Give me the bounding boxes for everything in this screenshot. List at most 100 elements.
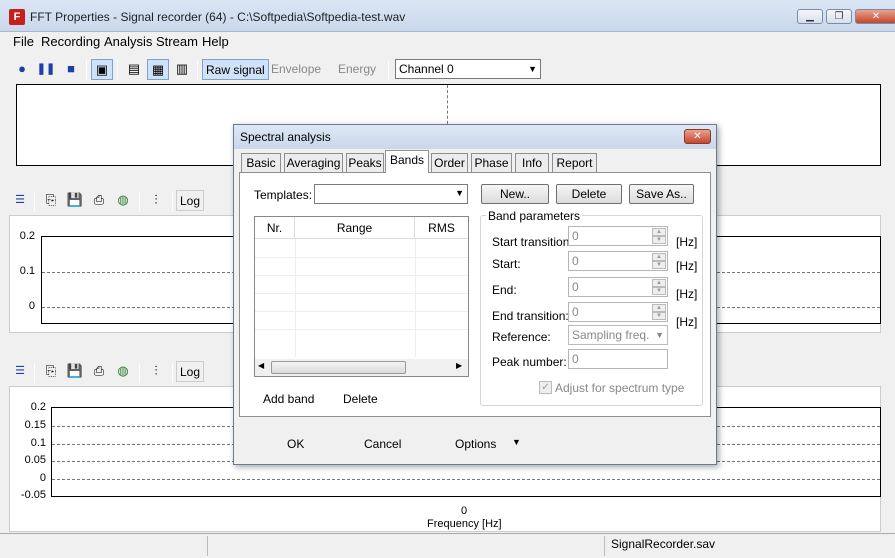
column-header-rms[interactable]: RMS bbox=[415, 217, 468, 239]
spin-down-icon[interactable]: ▼ bbox=[652, 261, 666, 269]
templates-select[interactable]: ▼ bbox=[314, 184, 468, 204]
start-value: 0 bbox=[572, 254, 579, 268]
scroll-right-icon[interactable]: ▶ bbox=[456, 361, 462, 370]
copy-icon[interactable]: ⎘ bbox=[40, 190, 62, 211]
tab-phase[interactable]: Phase bbox=[471, 153, 512, 172]
horizontal-scrollbar[interactable]: ◀ ▶ bbox=[255, 359, 468, 376]
toolbar: ● ❚❚ ■ ▣ ▤ ▦ ▥ Raw signal Envelope Energ… bbox=[0, 56, 895, 84]
tab-averaging[interactable]: Averaging bbox=[284, 153, 343, 172]
scroll-left-icon[interactable]: ◀ bbox=[258, 361, 264, 370]
spin-down-icon[interactable]: ▼ bbox=[652, 287, 666, 295]
start-transition-label: Start transition: bbox=[492, 235, 573, 249]
options-dropdown-icon[interactable]: ▼ bbox=[512, 437, 521, 447]
menu-file[interactable]: File bbox=[13, 34, 34, 49]
reference-label: Reference: bbox=[492, 330, 551, 344]
stop-icon[interactable]: ■ bbox=[60, 59, 82, 80]
spin-down-icon[interactable]: ▼ bbox=[652, 236, 666, 244]
y-tick: 0.2 bbox=[19, 230, 35, 242]
raw-signal-button[interactable]: Raw signal bbox=[202, 59, 269, 80]
export-icon[interactable]: ◍ bbox=[112, 190, 134, 211]
start-transition-value: 0 bbox=[572, 229, 579, 243]
spin-down-icon[interactable]: ▼ bbox=[652, 312, 666, 320]
restore-button[interactable]: ❐ bbox=[826, 9, 852, 24]
options-button[interactable]: Options bbox=[455, 437, 496, 451]
y-tick: 0.1 bbox=[30, 437, 46, 449]
unit-label: [Hz] bbox=[676, 287, 698, 301]
start-input[interactable]: 0 ▲ ▼ bbox=[568, 251, 668, 271]
energy-button[interactable]: Energy bbox=[335, 59, 379, 80]
delete-template-button[interactable]: Delete bbox=[556, 184, 622, 204]
cancel-button[interactable]: Cancel bbox=[364, 437, 401, 451]
save-icon[interactable]: 💾 bbox=[64, 361, 86, 382]
print-icon[interactable]: ⎙ bbox=[88, 190, 110, 211]
cursor-icon[interactable]: ⫶ bbox=[145, 361, 167, 382]
tab-info[interactable]: Info bbox=[515, 153, 549, 172]
y-tick: 0.15 bbox=[24, 419, 46, 431]
window-title: FFT Properties - Signal recorder (64) - … bbox=[30, 10, 406, 24]
chevron-down-icon: ▼ bbox=[455, 188, 464, 198]
display-icon[interactable]: ▣ bbox=[91, 59, 113, 80]
ok-button[interactable]: OK bbox=[287, 437, 304, 451]
tab-peaks[interactable]: Peaks bbox=[346, 153, 384, 172]
column-header-range[interactable]: Range bbox=[295, 217, 415, 239]
dialog-close-button[interactable]: ✕ bbox=[684, 129, 711, 144]
spectrogram-icon[interactable]: ▥ bbox=[171, 59, 193, 80]
add-band-button[interactable]: Add band bbox=[263, 392, 314, 406]
envelope-button[interactable]: Envelope bbox=[268, 59, 324, 80]
reference-select[interactable]: Sampling freq. ▼ bbox=[568, 325, 668, 345]
tab-basic[interactable]: Basic bbox=[241, 153, 281, 172]
dialog-title-bar: Spectral analysis bbox=[234, 125, 716, 149]
start-transition-input[interactable]: 0 ▲ ▼ bbox=[568, 226, 668, 246]
dialog-title: Spectral analysis bbox=[240, 130, 331, 144]
spin-up-icon[interactable]: ▲ bbox=[652, 279, 666, 287]
log-toggle[interactable]: Log bbox=[176, 190, 205, 211]
tab-bands[interactable]: Bands bbox=[385, 150, 429, 173]
tab-report[interactable]: Report bbox=[552, 153, 597, 172]
start-label: Start: bbox=[492, 257, 521, 271]
spin-up-icon[interactable]: ▲ bbox=[652, 228, 666, 236]
delete-band-button[interactable]: Delete bbox=[343, 392, 378, 406]
list-icon[interactable]: ☰ bbox=[9, 361, 31, 382]
column-header-nr[interactable]: Nr. bbox=[255, 217, 295, 239]
spin-up-icon[interactable]: ▲ bbox=[652, 304, 666, 312]
peak-number-input[interactable]: 0 bbox=[568, 349, 668, 369]
spin-up-icon[interactable]: ▲ bbox=[652, 253, 666, 261]
new-template-button[interactable]: New.. bbox=[481, 184, 549, 204]
end-value: 0 bbox=[572, 280, 579, 294]
y-tick: 0 bbox=[39, 472, 46, 484]
menu-bar: File Recording Analysis Stream Help bbox=[0, 32, 895, 54]
log-toggle[interactable]: Log bbox=[176, 361, 205, 382]
menu-analysis[interactable]: Analysis bbox=[104, 34, 152, 49]
save-as-button[interactable]: Save As.. bbox=[629, 184, 694, 204]
y-tick: 0.1 bbox=[19, 265, 35, 277]
waveform-icon[interactable]: ▤ bbox=[123, 59, 145, 80]
peak-number-value: 0 bbox=[572, 352, 579, 366]
close-button[interactable]: ✕ bbox=[855, 9, 895, 24]
peak-number-label: Peak number: bbox=[492, 355, 567, 369]
scroll-thumb[interactable] bbox=[271, 361, 406, 374]
channel-select[interactable]: Channel 0 ▼ bbox=[395, 59, 541, 79]
export-icon[interactable]: ◍ bbox=[112, 361, 134, 382]
end-transition-label: End transition: bbox=[492, 309, 569, 323]
minimize-button[interactable]: ▁ bbox=[797, 9, 823, 24]
tab-order[interactable]: Order bbox=[431, 153, 468, 172]
copy-icon[interactable]: ⎘ bbox=[40, 361, 62, 382]
menu-stream[interactable]: Stream bbox=[156, 34, 198, 49]
pause-icon[interactable]: ❚❚ bbox=[35, 59, 57, 80]
menu-help[interactable]: Help bbox=[202, 34, 229, 49]
list-icon[interactable]: ☰ bbox=[9, 190, 31, 211]
save-icon[interactable]: 💾 bbox=[64, 190, 86, 211]
adjust-checkbox[interactable]: ✓ bbox=[539, 381, 552, 394]
bands-table[interactable]: Nr. Range RMS ◀ ▶ bbox=[254, 216, 469, 377]
y-tick: 0.05 bbox=[24, 454, 46, 466]
menu-recording[interactable]: Recording bbox=[41, 34, 100, 49]
print-icon[interactable]: ⎙ bbox=[88, 361, 110, 382]
spectrum-icon[interactable]: ▦ bbox=[147, 59, 169, 80]
record-icon[interactable]: ● bbox=[11, 59, 33, 80]
end-input[interactable]: 0 ▲ ▼ bbox=[568, 277, 668, 297]
channel-value: Channel 0 bbox=[399, 62, 454, 76]
end-transition-input[interactable]: 0 ▲ ▼ bbox=[568, 302, 668, 322]
cursor-icon[interactable]: ⫶ bbox=[145, 190, 167, 211]
band-parameters-title: Band parameters bbox=[486, 209, 583, 223]
reference-value: Sampling freq. bbox=[572, 328, 650, 342]
